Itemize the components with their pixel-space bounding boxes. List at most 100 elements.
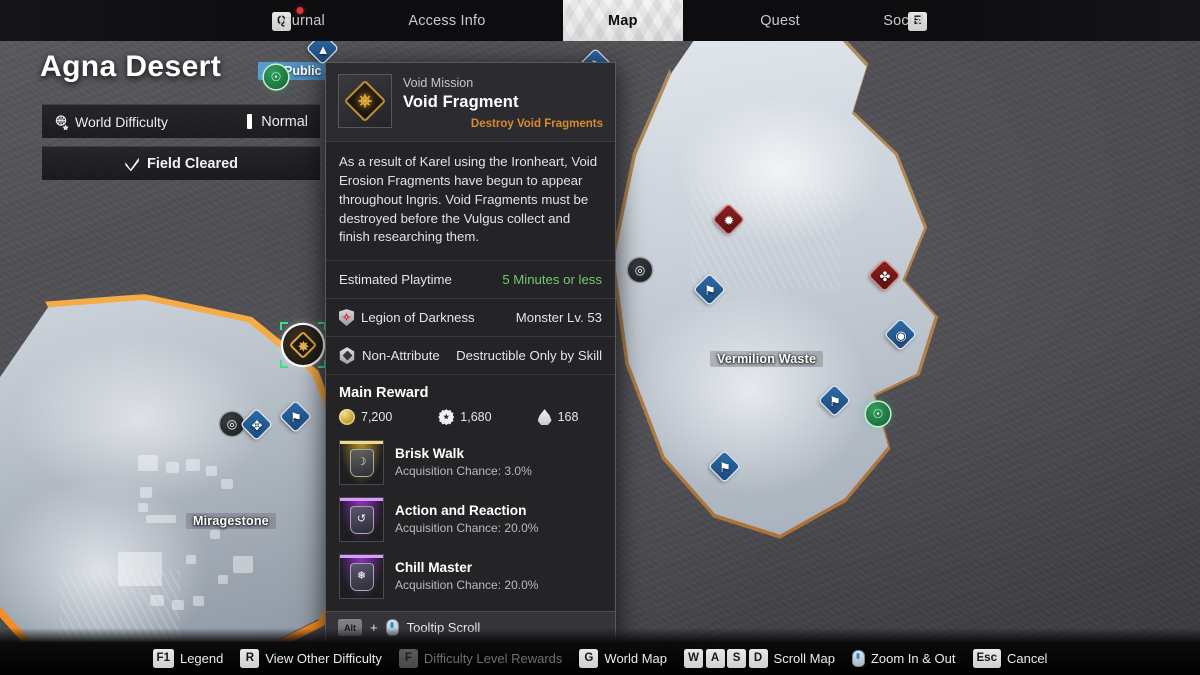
hint-keys: G: [579, 649, 599, 668]
reward-item-name: Chill Master: [395, 560, 473, 576]
terrain-block: [186, 459, 200, 471]
terrain-block: [186, 555, 196, 564]
hint-difficulty-level-rewards[interactable]: F Difficulty Level Rewards: [398, 649, 563, 668]
objective-marker[interactable]: ◉: [885, 319, 916, 350]
hint-keys: Esc: [972, 649, 1001, 668]
marker-circle: ☉: [866, 402, 890, 426]
attribute-label: Non-Attribute: [362, 348, 440, 364]
marker-circle: ◎: [628, 258, 652, 282]
world-difficulty-row[interactable]: World Difficulty Normal: [42, 104, 320, 138]
mission-name: Void Fragment: [403, 93, 519, 112]
terrain-block: [233, 556, 253, 573]
hint-cancel[interactable]: Esc Cancel: [972, 649, 1048, 668]
marker-glyph: ☉: [872, 407, 884, 421]
marker-circle: ◎: [220, 412, 244, 436]
main-reward-section: Main Reward 7,200 ★ 1,680 168 ☽ Brisk Wal…: [326, 374, 615, 611]
reward-rune: ❅: [343, 558, 380, 595]
rune-glyph: ❅: [349, 562, 374, 591]
difficulty-level-bar: [247, 114, 253, 129]
mission-tooltip: ⎈ Void Mission Void Fragment Destroy Voi…: [325, 62, 616, 645]
terrain-block: [166, 462, 179, 473]
marker-diamond: [694, 274, 725, 305]
tab-map[interactable]: Map: [563, 0, 683, 41]
terrain-block: [221, 479, 233, 489]
reward-item[interactable]: ❅ Chill Master Acquisition Chance: 20.0%: [339, 548, 602, 605]
tab-journal[interactable]: Journal: [270, 0, 331, 41]
hint-world-map[interactable]: G World Map: [579, 649, 667, 668]
hint-label: Zoom In & Out: [870, 651, 956, 666]
key-d: D: [748, 649, 768, 668]
reward-item-text: Chill Master Acquisition Chance: 20.0%: [395, 559, 538, 594]
terrain-block: [138, 455, 158, 471]
hint-zoom-in-out[interactable]: Zoom In & Out: [851, 650, 956, 667]
tab-access-info[interactable]: Access Info: [402, 0, 491, 41]
reward-item-icon: ☽: [339, 440, 384, 486]
key-a: A: [705, 649, 725, 668]
marker-glyph: ☉: [270, 70, 282, 84]
module-amount: 1,680: [460, 410, 492, 425]
reward-rune: ☽: [343, 444, 380, 481]
notification-dot: [296, 7, 304, 14]
currency-row: 7,200 ★ 1,680 168: [339, 409, 602, 426]
reward-item[interactable]: ☽ Brisk Walk Acquisition Chance: 3.0%: [339, 434, 602, 491]
base-marker[interactable]: ☉: [264, 65, 290, 91]
rune-glyph: ↺: [349, 505, 374, 534]
tab-label: Access Info: [408, 12, 486, 29]
tab-social[interactable]: Social: [877, 0, 930, 41]
terrain-block: [193, 596, 204, 606]
mission-marker[interactable]: ⚑: [709, 451, 740, 482]
reward-rune: ↺: [343, 501, 380, 538]
terrain-ridge: [690, 180, 840, 290]
top-navigation-bar: Q E Journal Access Info Map Quest Social: [0, 0, 1200, 41]
hint-label: Legend: [179, 651, 224, 666]
reward-item-list: ☽ Brisk Walk Acquisition Chance: 3.0% ↺ Acti…: [339, 434, 602, 605]
rune-glyph: ☽: [349, 448, 374, 477]
selection-bracket: [280, 322, 288, 330]
mission-marker[interactable]: ⚑: [280, 401, 311, 432]
terrain-block: [218, 575, 228, 584]
world-difficulty-label: World Difficulty: [75, 113, 168, 130]
tab-quest[interactable]: Quest: [754, 0, 806, 41]
mission-marker[interactable]: ⚑: [819, 385, 850, 416]
base-marker[interactable]: ☉: [866, 402, 892, 428]
teleport-marker[interactable]: ◎: [628, 258, 654, 284]
marker-diamond: [713, 204, 744, 235]
marker-diamond: [885, 319, 916, 350]
marker-diamond: [280, 401, 311, 432]
hint-keys: R: [240, 649, 260, 668]
boss-marker[interactable]: ✤: [869, 260, 900, 291]
map-label-vermilion-waste: Vermilion Waste: [710, 351, 824, 367]
hint-label: Cancel: [1006, 651, 1048, 666]
boss-marker[interactable]: ✹: [713, 204, 744, 235]
hint-label: Difficulty Level Rewards: [423, 651, 563, 666]
stat-row-attribute: Non-Attribute Destructible Only by Skill: [326, 336, 615, 374]
terrain-block: [146, 515, 176, 523]
playtime-value: 5 Minutes or less: [502, 272, 602, 288]
bottom-fade: [0, 628, 1200, 642]
selection-bracket: [280, 360, 288, 368]
stat-row-faction: ✧ Legion of Darkness Monster Lv. 53: [326, 298, 615, 336]
reward-item-chance: Acquisition Chance: 20.0%: [395, 521, 539, 536]
selected-void-mission-marker[interactable]: ✸: [280, 322, 326, 368]
reward-item-icon: ❅: [339, 554, 384, 600]
mission-kind: Void Mission: [403, 76, 474, 90]
terrain-block: [138, 503, 148, 512]
world-difficulty-icon: [55, 114, 69, 130]
hint-view-other-difficulty[interactable]: R View Other Difficulty: [240, 649, 382, 668]
hint-scroll-map[interactable]: W A S D Scroll Map: [684, 649, 835, 668]
key-f1: F1: [152, 649, 174, 668]
marker-diamond: [869, 260, 900, 291]
void-mission-icon: ⎈: [338, 74, 392, 128]
kuiper-amount: 168: [557, 410, 579, 425]
tab-label: Quest: [760, 12, 800, 29]
fast-travel-marker[interactable]: ✥: [241, 409, 272, 440]
mission-marker[interactable]: ⚑: [694, 274, 725, 305]
monster-level-value: Monster Lv. 53: [515, 310, 602, 326]
hint-legend[interactable]: F1 Legend: [152, 649, 224, 668]
marker-diamond: [241, 409, 272, 440]
reward-item[interactable]: ↺ Action and Reaction Acquisition Chance: …: [339, 491, 602, 548]
world-difficulty-value: Normal: [261, 113, 308, 130]
mission-description: As a result of Karel using the Ironheart…: [326, 141, 615, 260]
hint-label: World Map: [604, 651, 668, 666]
currency-gold: 7,200: [339, 409, 392, 426]
